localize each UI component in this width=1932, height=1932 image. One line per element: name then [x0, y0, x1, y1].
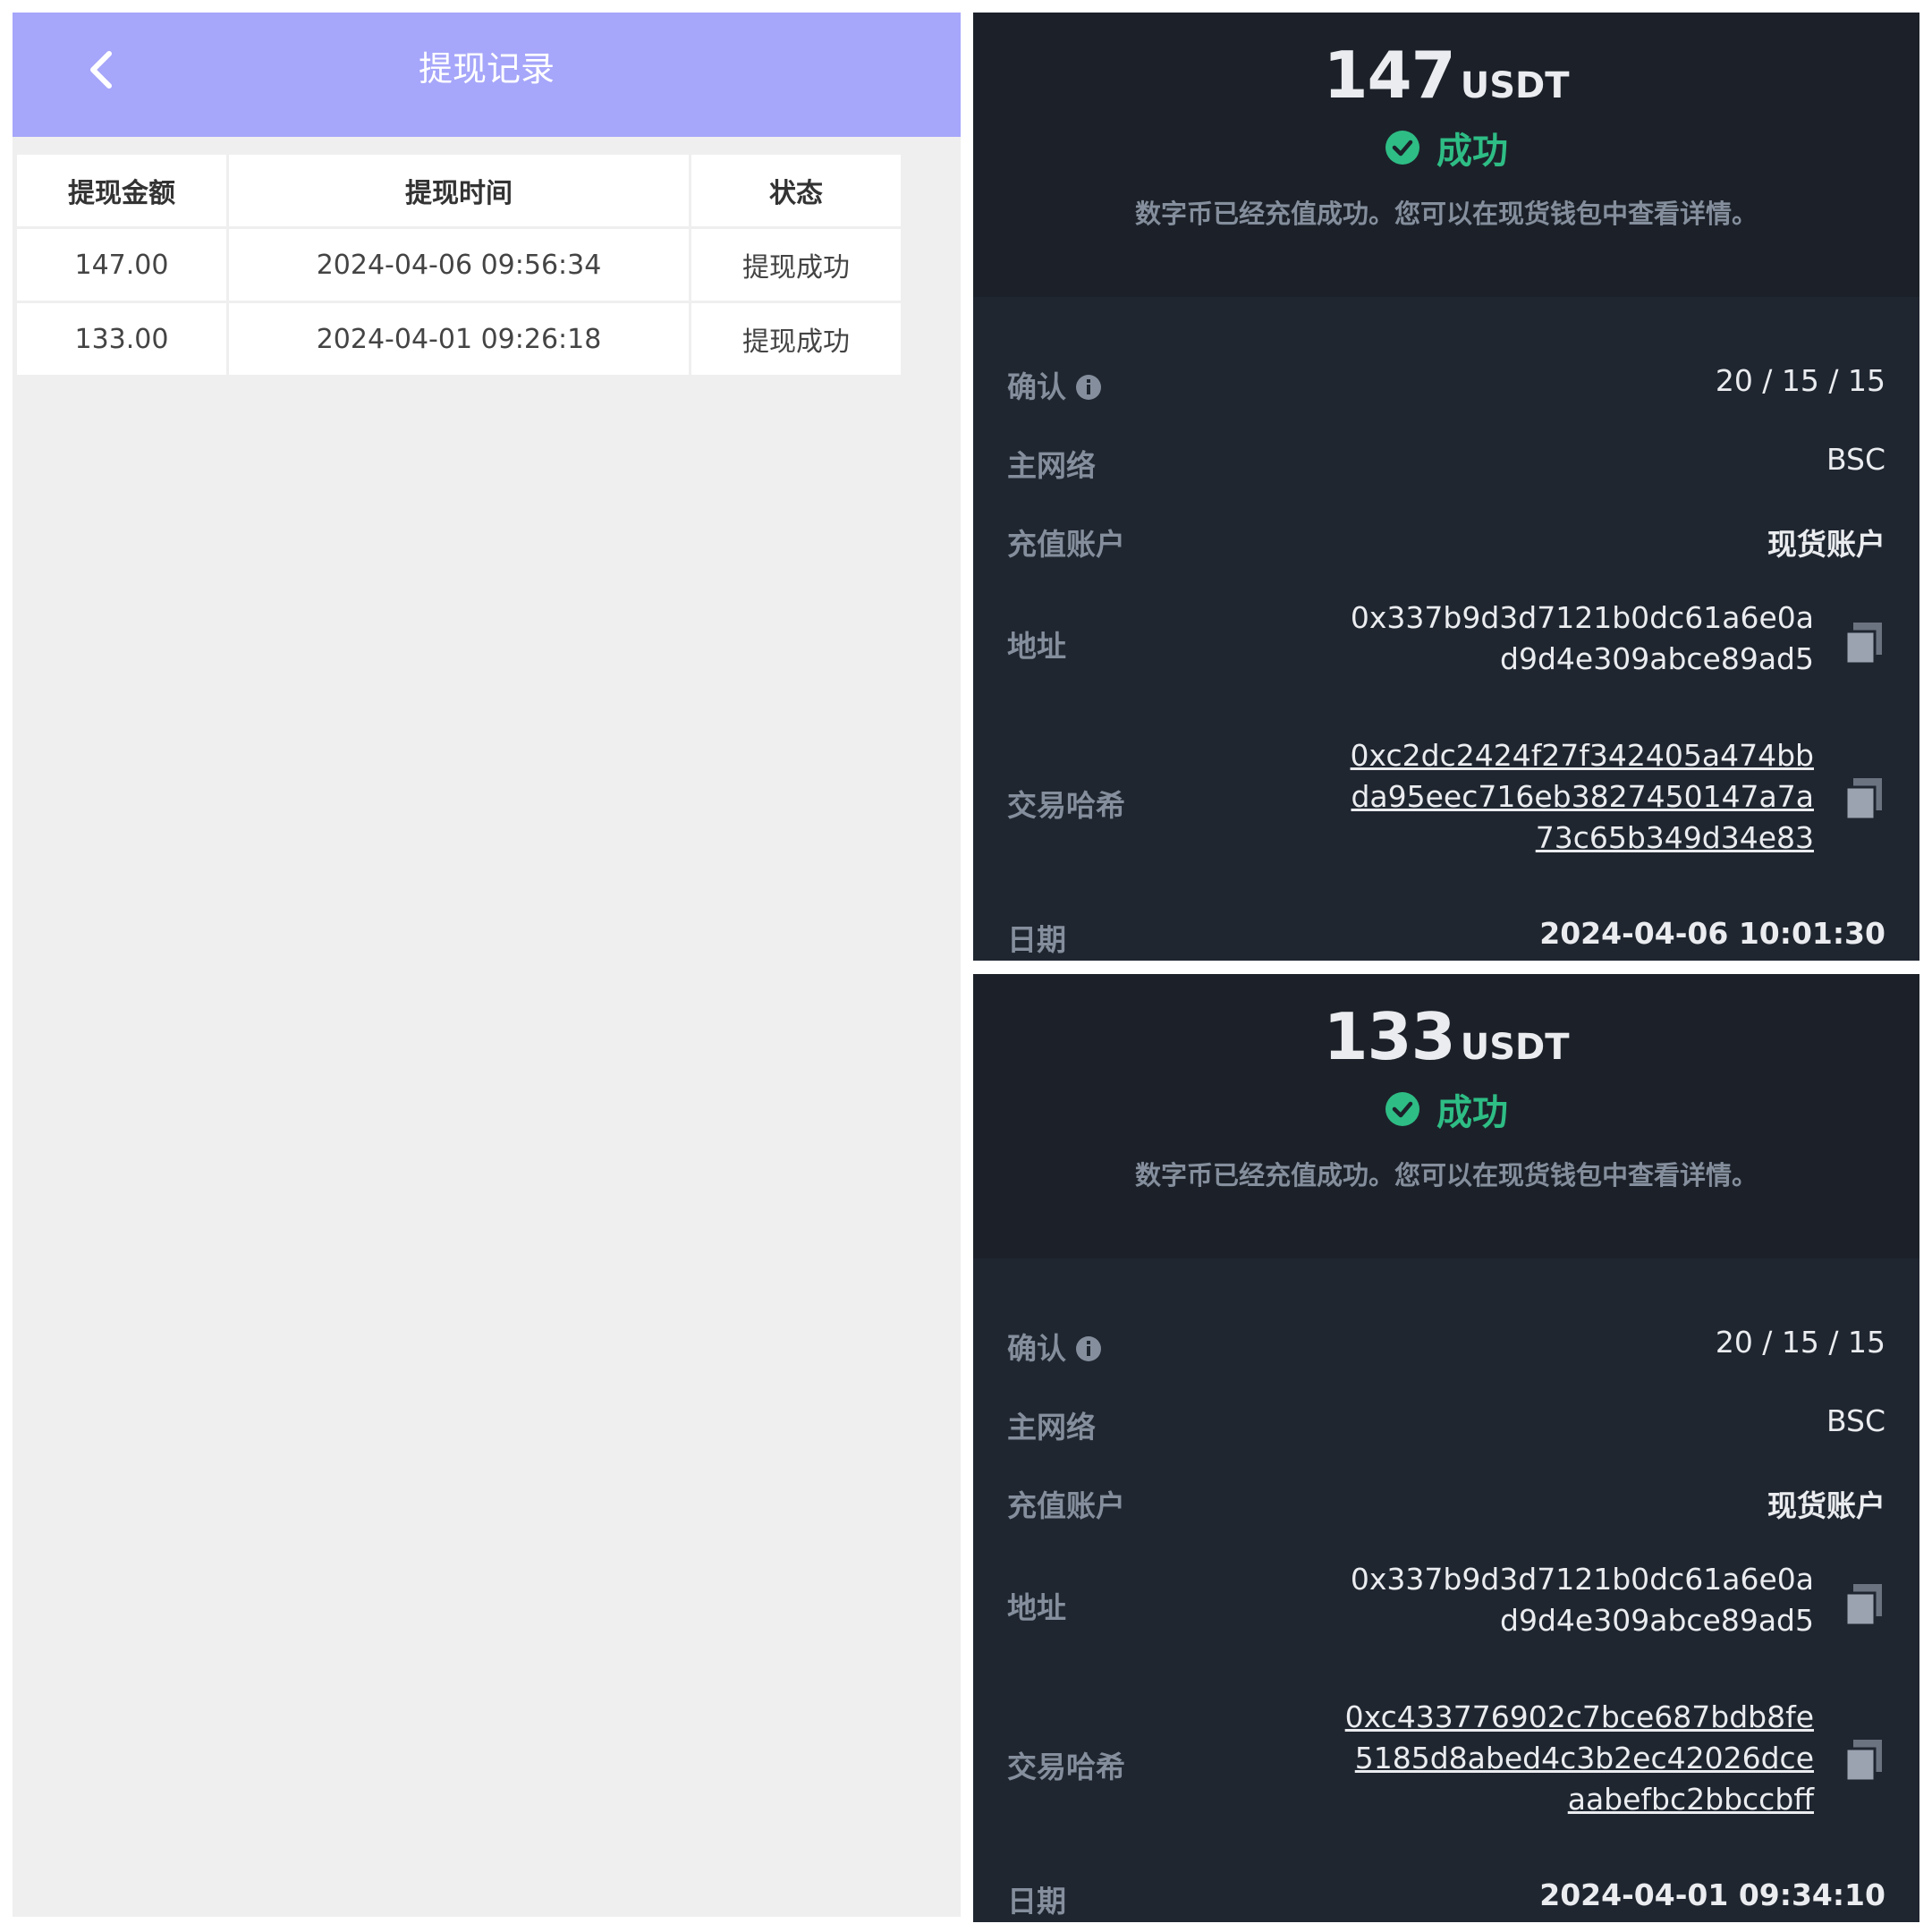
tx-hash-link[interactable]: 0xc433776902c7bce687bdb8fe 5185d8abed4c3…	[1345, 1697, 1814, 1820]
tx-hash-line[interactable]: 0xc2dc2424f27f342405a474bb	[1351, 735, 1814, 776]
tx-hash-label: 交易哈希	[1007, 788, 1125, 823]
account-value: 现货账户	[1767, 1488, 1885, 1523]
amount-display: 133 USDT	[973, 999, 1919, 1074]
status-row: 成功	[973, 122, 1919, 174]
date-label: 日期	[1007, 922, 1066, 957]
confirm-label: 确认	[1007, 1325, 1102, 1368]
address-label: 地址	[1007, 1590, 1066, 1625]
amount-unit: USDT	[1460, 65, 1570, 106]
address-value: 0x337b9d3d7121b0dc61a6e0a d9d4e309abce89…	[1351, 597, 1814, 680]
check-circle-icon	[1385, 131, 1419, 165]
tx-hash-line[interactable]: 0xc433776902c7bce687bdb8fe	[1345, 1697, 1814, 1738]
cell-time: 2024-04-06 09:56:34	[226, 226, 691, 303]
address-line: 0x337b9d3d7121b0dc61a6e0a	[1350, 1562, 1814, 1597]
copy-address-button[interactable]	[1844, 1582, 1884, 1627]
confirm-label-text: 确认	[1007, 1331, 1066, 1366]
cell-amount: 147.00	[14, 226, 229, 303]
tx-hash-link[interactable]: 0xc2dc2424f27f342405a474bb da95eec716eb3…	[1351, 735, 1814, 859]
header-bar: 提现记录	[13, 13, 961, 137]
page-title: 提现记录	[418, 49, 555, 89]
info-icon[interactable]	[1075, 1335, 1102, 1362]
withdrawal-records-panel: 提现记录 提现金额 提现时间 状态 147.00 2024-04-06 09:5…	[13, 13, 961, 1917]
withdrawal-table: 提现金额 提现时间 状态 147.00 2024-04-06 09:56:34 …	[14, 152, 903, 377]
copy-icon	[1844, 623, 1882, 665]
confirm-value: 20 / 15 / 15	[1715, 1325, 1885, 1360]
table-row[interactable]: 133.00 2024-04-01 09:26:18 提现成功	[14, 301, 903, 377]
network-value: BSC	[1826, 1403, 1885, 1438]
copy-icon	[1844, 1740, 1882, 1783]
address-line: d9d4e309abce89ad5	[1500, 1603, 1814, 1638]
copy-icon	[1844, 1584, 1882, 1627]
deposit-detail-card: 147 USDT 成功 数字币已经充值成功。您可以在现货钱包中查看详情。 确认 2…	[973, 13, 1919, 961]
address-value: 0x337b9d3d7121b0dc61a6e0a d9d4e309abce89…	[1351, 1559, 1814, 1641]
network-value: BSC	[1826, 442, 1885, 477]
cell-amount: 133.00	[14, 301, 229, 377]
table-row[interactable]: 147.00 2024-04-06 09:56:34 提现成功	[14, 226, 903, 303]
account-value: 现货账户	[1767, 527, 1885, 562]
deposit-detail-card: 133 USDT 成功 数字币已经充值成功。您可以在现货钱包中查看详情。 确认 2…	[973, 974, 1919, 1922]
amount-value: 147	[1323, 38, 1455, 113]
copy-icon	[1844, 778, 1882, 821]
status-description: 数字币已经充值成功。您可以在现货钱包中查看详情。	[1134, 199, 1758, 229]
confirm-label: 确认	[1007, 363, 1102, 406]
address-line: d9d4e309abce89ad5	[1500, 641, 1814, 676]
copy-hash-button[interactable]	[1844, 1738, 1884, 1783]
column-header-amount: 提现金额	[14, 152, 229, 229]
account-label: 充值账户	[1007, 1488, 1125, 1523]
info-icon[interactable]	[1075, 374, 1102, 401]
confirm-label-text: 确认	[1007, 369, 1066, 404]
address-line: 0x337b9d3d7121b0dc61a6e0a	[1350, 600, 1814, 635]
tx-hash-line[interactable]: aabefbc2bbccbff	[1345, 1779, 1814, 1820]
cell-time: 2024-04-01 09:26:18	[226, 301, 691, 377]
tx-hash-line[interactable]: da95eec716eb3827450147a7a	[1351, 776, 1814, 818]
copy-hash-button[interactable]	[1844, 776, 1884, 821]
copy-address-button[interactable]	[1844, 621, 1884, 665]
status-row: 成功	[973, 1083, 1919, 1135]
network-label: 主网络	[1007, 448, 1096, 483]
status-text: 成功	[1436, 131, 1508, 172]
status-text: 成功	[1436, 1092, 1508, 1133]
network-label: 主网络	[1007, 1410, 1096, 1445]
account-label: 充值账户	[1007, 527, 1125, 562]
tx-hash-line[interactable]: 5185d8abed4c3b2ec42026dce	[1345, 1738, 1814, 1779]
date-label: 日期	[1007, 1884, 1066, 1919]
address-label: 地址	[1007, 629, 1066, 664]
check-circle-icon	[1385, 1092, 1419, 1126]
status-description: 数字币已经充值成功。您可以在现货钱包中查看详情。	[1134, 1160, 1758, 1191]
amount-unit: USDT	[1460, 1027, 1570, 1068]
confirm-value: 20 / 15 / 15	[1715, 363, 1885, 398]
tx-hash-line[interactable]: 73c65b349d34e83	[1351, 818, 1814, 859]
amount-display: 147 USDT	[973, 38, 1919, 113]
cell-status: 提现成功	[689, 226, 903, 303]
column-header-status: 状态	[689, 152, 903, 229]
cell-status: 提现成功	[689, 301, 903, 377]
date-value: 2024-04-06 10:01:30	[1539, 916, 1885, 951]
tx-hash-label: 交易哈希	[1007, 1750, 1125, 1784]
table-header-row: 提现金额 提现时间 状态	[14, 152, 903, 229]
date-value: 2024-04-01 09:34:10	[1539, 1877, 1885, 1912]
column-header-time: 提现时间	[226, 152, 691, 229]
amount-value: 133	[1323, 999, 1455, 1074]
